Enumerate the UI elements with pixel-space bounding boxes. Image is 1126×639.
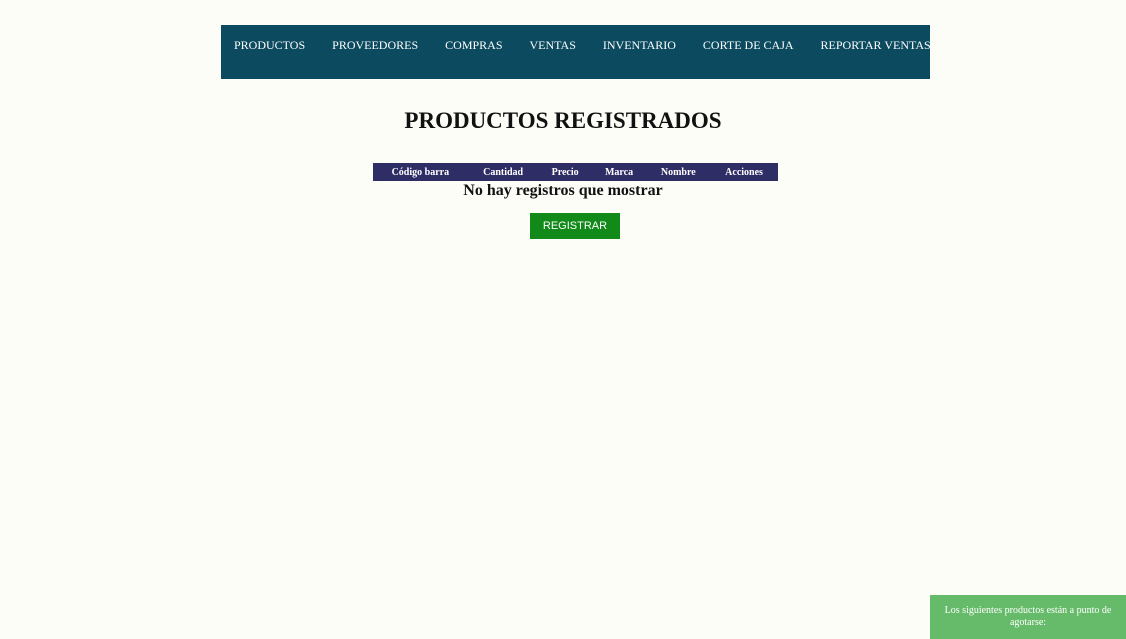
column-header-codigo-barra: Código barra — [373, 163, 468, 181]
column-header-acciones: Acciones — [710, 163, 778, 181]
products-table: Código barra Cantidad Precio Marca Nombr… — [373, 163, 778, 181]
column-header-nombre: Nombre — [646, 163, 711, 181]
low-stock-toast[interactable]: Los siguientes productos están a punto d… — [930, 595, 1126, 639]
nav-item-inventario[interactable]: INVENTARIO — [603, 38, 676, 53]
page-title: PRODUCTOS REGISTRADOS — [404, 108, 722, 133]
nav-item-productos[interactable]: PRODUCTOS — [234, 38, 305, 53]
toast-message: Los siguientes productos están a punto d… — [944, 605, 1112, 628]
register-button[interactable]: REGISTRAR — [530, 213, 620, 239]
nav-item-proveedores[interactable]: PROVEEDORES — [332, 38, 418, 53]
nav-list: PRODUCTOS PROVEEDORES COMPRAS VENTAS INV… — [221, 38, 931, 53]
column-header-cantidad: Cantidad — [467, 163, 539, 181]
column-header-marca: Marca — [591, 163, 647, 181]
nav-item-reportar-ventas[interactable]: REPORTAR VENTAS — [821, 38, 931, 53]
empty-message: No hay registros que mostrar — [463, 182, 663, 199]
main-navbar: PRODUCTOS PROVEEDORES COMPRAS VENTAS INV… — [221, 25, 931, 79]
column-header-precio: Precio — [538, 163, 592, 181]
nav-item-compras[interactable]: COMPRAS — [445, 38, 502, 53]
products-table-container: Código barra Cantidad Precio Marca Nombr… — [373, 163, 778, 181]
nav-item-ventas[interactable]: VENTAS — [530, 38, 576, 53]
nav-item-corte-de-caja[interactable]: CORTE DE CAJA — [703, 38, 794, 53]
table-header-row: Código barra Cantidad Precio Marca Nombr… — [373, 163, 778, 181]
